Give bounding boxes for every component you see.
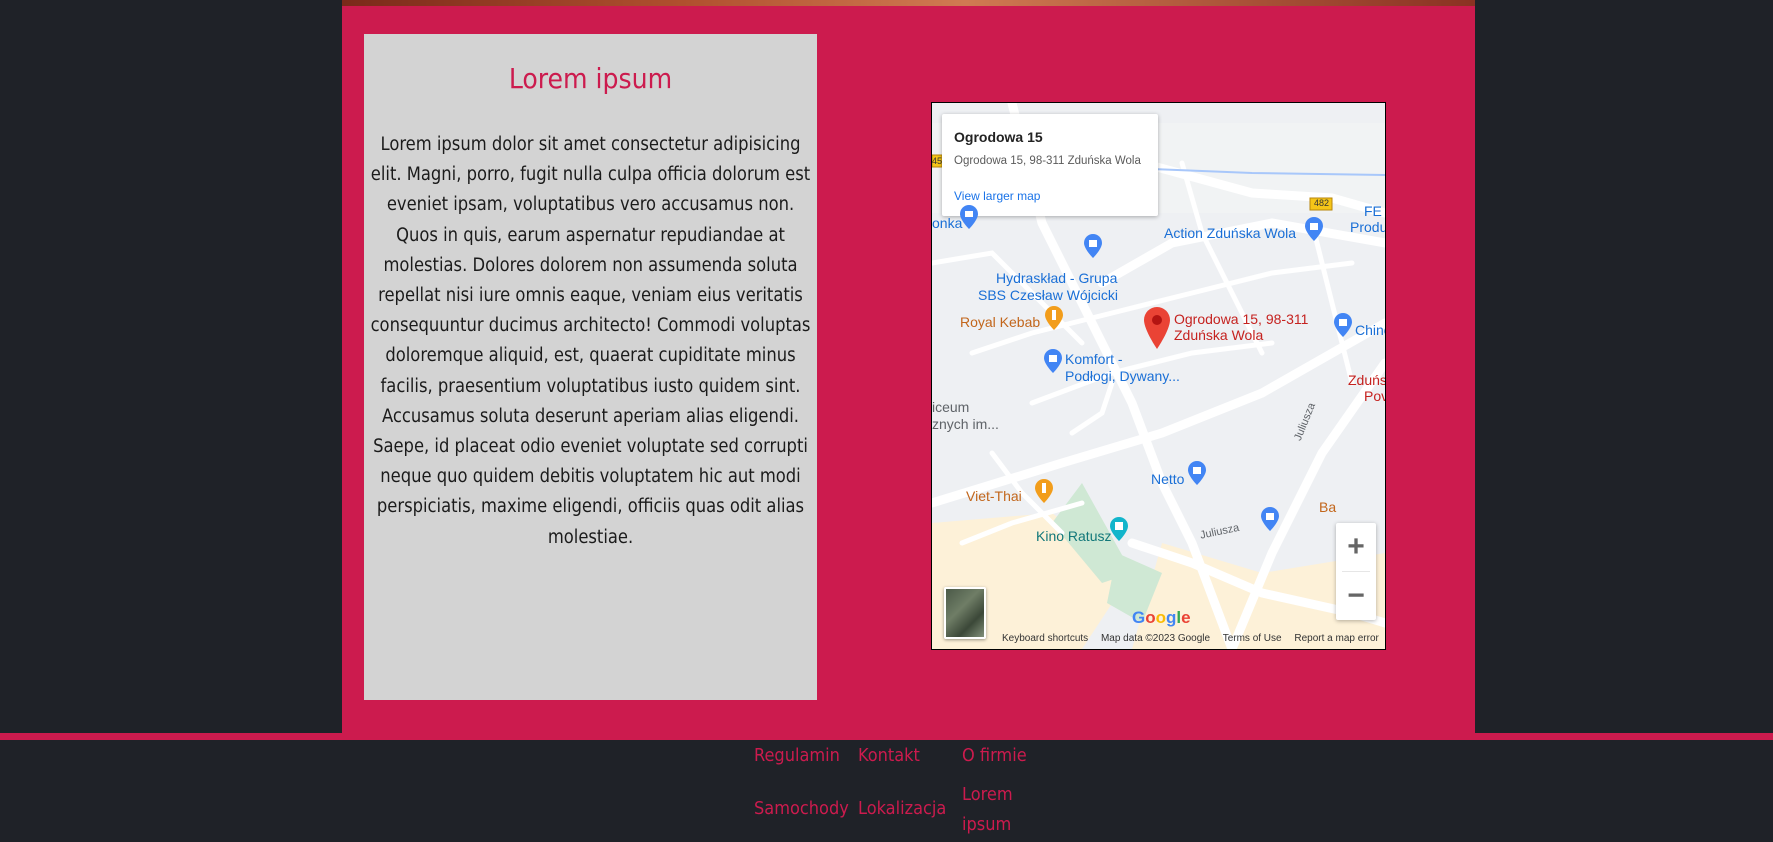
marker-label-line2: Zduńska Wola [1174,327,1264,343]
poi-komfort-line1: Komfort - [1065,351,1123,367]
poi-royal-kebab: Royal Kebab [960,314,1041,330]
poi-viet-thai: Viet-Thai [966,488,1022,504]
poi-fe-produ: Produ [1350,219,1386,235]
footer-divider [0,733,1773,740]
zoom-control: + − [1336,523,1376,620]
shopping-bag-pin-icon[interactable] [1083,234,1103,258]
zoom-out-button[interactable]: − [1336,572,1376,620]
satellite-toggle-button[interactable] [944,587,986,639]
view-larger-map-link[interactable]: View larger map [954,189,1040,203]
poi-komfort-line2: Podłogi, Dywany... [1065,368,1180,384]
section-body: Lorem ipsum dolor sit amet consectetur a… [370,134,811,548]
poi-netto: Netto [1151,471,1185,487]
shopping-bag-pin-icon[interactable] [1043,349,1063,373]
shopping-bag-pin-icon[interactable] [1260,507,1280,531]
footer-link-lorem-ipsum[interactable]: Lorem ipsum [962,780,1013,840]
text-panel: Lorem ipsum Lorem ipsum dolor sit amet c… [364,34,817,700]
map-data-text: Map data ©2023 Google [1100,633,1211,644]
poi-fe: FE [1364,203,1382,219]
footer-link-lokalizacja[interactable]: Lokalizacja [858,794,946,824]
restaurant-pin-icon[interactable] [1034,479,1054,503]
map-attribution: Keyboard shortcuts Map data ©2023 Google… [1002,633,1385,649]
section-heading: Lorem ipsum [508,62,673,95]
keyboard-shortcuts-link[interactable]: Keyboard shortcuts [1002,633,1088,644]
poi-liceum-line1: iceum [932,399,970,415]
location-marker-icon[interactable] [1144,307,1170,349]
poi-zdunska-line2: Pov [1364,388,1386,404]
footer-link-kontakt[interactable]: Kontakt [858,741,920,771]
shopping-cart-pin-icon[interactable] [959,205,979,229]
shopping-bag-pin-icon[interactable] [1304,217,1324,241]
footer-link-lorem-line1: Lorem [962,784,1013,805]
shopping-bag-pin-icon[interactable] [1187,461,1207,485]
marker-label-line1: Ogrodowa 15, 98-311 [1174,311,1309,327]
restaurant-pin-icon[interactable] [1044,306,1064,330]
poi-kino-ratusz: Kino Ratusz [1036,528,1112,544]
footer: Regulamin Kontakt O firmie Samochody Lok… [0,740,1773,842]
footer-link-samochody[interactable]: Samochody [754,794,849,824]
poi-zdunska-line1: Zduńs [1348,372,1386,388]
poi-hydro-line1: Hydraskład - Grupa [996,270,1118,286]
poi-onka: onka [932,215,963,231]
footer-link-lorem-line2: ipsum [962,814,1012,835]
map-info-card: Ogrodowa 15 Ogrodowa 15, 98-311 Zduńska … [942,114,1158,216]
report-error-link[interactable]: Report a map error [1294,633,1378,644]
shopping-bag-pin-icon[interactable] [1333,313,1353,337]
zoom-in-button[interactable]: + [1336,523,1376,571]
google-logo: Google [1132,608,1191,627]
terms-of-use-link[interactable]: Terms of Use [1223,633,1282,644]
info-card-title: Ogrodowa 15 [954,129,1043,145]
poi-ba: Ba [1319,499,1337,515]
road-badge-482: 482 [1314,198,1330,208]
cinema-pin-icon[interactable] [1109,517,1129,541]
poi-hydro-line2: SBS Czesław Wójcicki [978,287,1119,303]
road-badge-label: 45 [932,156,943,166]
footer-link-o-firmie[interactable]: O firmie [962,741,1027,771]
poi-liceum-line2: znych im... [932,416,999,432]
embedded-map[interactable]: Ogrodowa 15 Ogrodowa 15, 98-311 Zduńska … [931,102,1386,650]
footer-link-regulamin[interactable]: Regulamin [754,741,840,771]
main-section: Lorem ipsum Lorem ipsum dolor sit amet c… [342,6,1475,733]
info-card-address: Ogrodowa 15, 98-311 Zduńska Wola [954,155,1141,167]
poi-action: Action Zduńska Wola [1164,225,1297,241]
poi-chino: Chino [1355,322,1385,338]
